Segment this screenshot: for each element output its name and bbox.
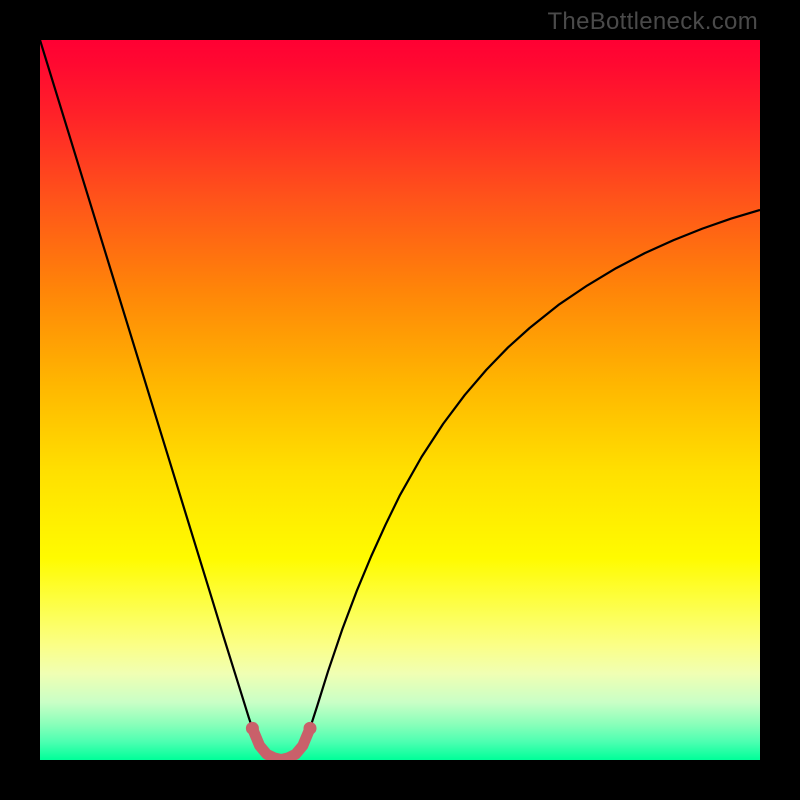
chart-curves — [40, 40, 760, 760]
marker-point — [304, 722, 317, 735]
series-left-branch — [40, 40, 281, 760]
chart-frame: TheBottleneck.com — [0, 0, 800, 800]
marker-point — [246, 722, 259, 735]
series-right-branch — [281, 210, 760, 760]
series-bottom-red-overlay — [252, 728, 310, 759]
watermark-label: TheBottleneck.com — [547, 8, 758, 36]
plot-area — [40, 40, 760, 760]
